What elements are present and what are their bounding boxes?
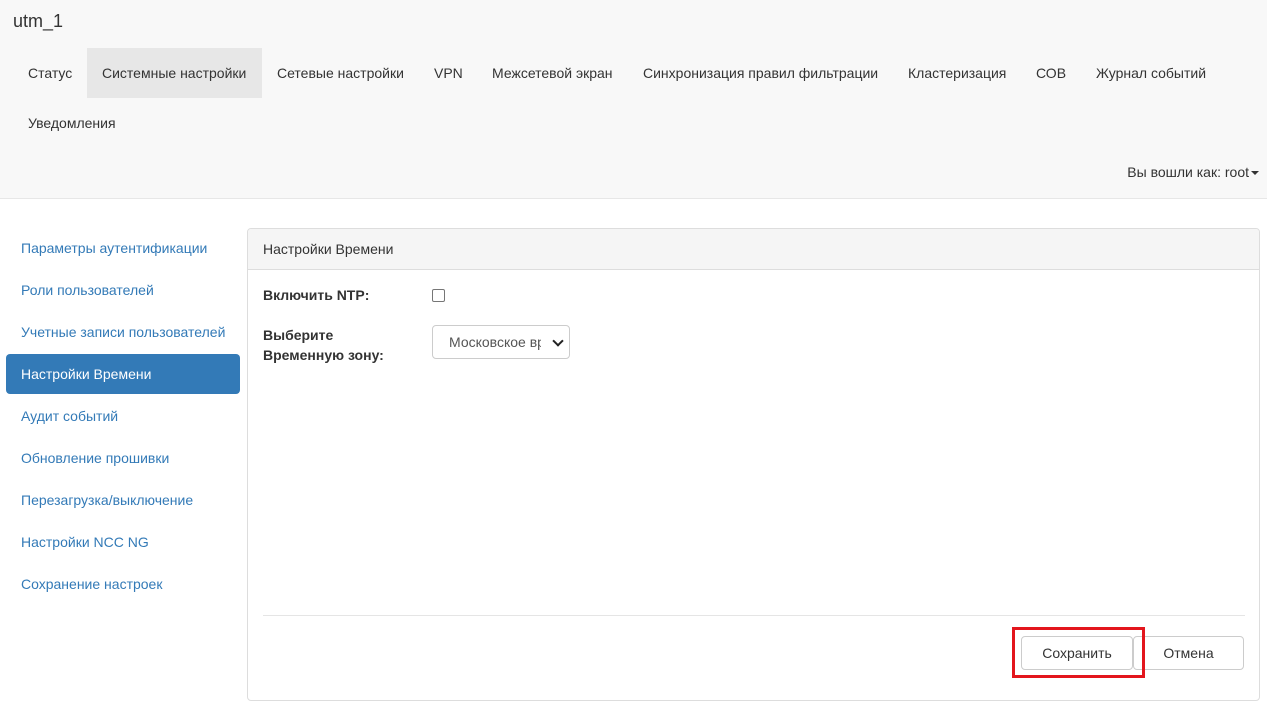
caret-down-icon — [1251, 171, 1259, 176]
panel-title: Настройки Времени — [248, 229, 1259, 270]
timezone-label-line2: Временную зону: — [263, 347, 384, 363]
nav-item-system-settings[interactable]: Системные настройки — [87, 48, 262, 98]
footer-divider — [263, 615, 1245, 616]
timezone-select[interactable]: Московское время — [432, 325, 570, 359]
sidebar-item-user-accounts[interactable]: Учетные записи пользователей — [6, 312, 240, 352]
timezone-select-value: Московское время — [449, 334, 541, 350]
timezone-label-line1: Выберите — [263, 327, 334, 343]
sidebar-item-event-audit[interactable]: Аудит событий — [6, 396, 240, 436]
sidebar-item-firmware-update[interactable]: Обновление прошивки — [6, 438, 240, 478]
chevron-down-icon — [552, 335, 564, 347]
user-menu[interactable]: Вы вошли как: root — [1127, 164, 1259, 180]
ntp-checkbox[interactable] — [432, 289, 445, 302]
sidebar-item-time-settings[interactable]: Настройки Времени — [6, 354, 240, 394]
sidebar-item-save-settings[interactable]: Сохранение настроек — [6, 564, 240, 604]
sidebar-item-user-roles[interactable]: Роли пользователей — [6, 270, 240, 310]
timezone-label: Выберите Временную зону: — [263, 325, 384, 365]
nav-item-ids[interactable]: СОВ — [1021, 48, 1081, 98]
nav-item-vpn[interactable]: VPN — [419, 48, 478, 98]
user-menu-label: Вы вошли как: root — [1127, 164, 1249, 180]
sidebar-item-reboot-shutdown[interactable]: Перезагрузка/выключение — [6, 480, 240, 520]
top-navbar: utm_1 Статус Системные настройки Сетевые… — [0, 0, 1267, 199]
cancel-button[interactable]: Отмена — [1133, 636, 1244, 670]
save-button-highlight — [1012, 627, 1145, 678]
nav-item-clustering[interactable]: Кластеризация — [893, 48, 1021, 98]
nav-item-network-settings[interactable]: Сетевые настройки — [262, 48, 419, 98]
ntp-label: Включить NTP: — [263, 287, 370, 303]
nav-item-firewall[interactable]: Межсетевой экран — [477, 48, 628, 98]
nav-item-filter-sync[interactable]: Синхронизация правил фильтрации — [628, 48, 893, 98]
app-title[interactable]: utm_1 — [13, 11, 63, 32]
nav-item-notifications[interactable]: Уведомления — [13, 98, 131, 148]
nav-item-event-log[interactable]: Журнал событий — [1081, 48, 1221, 98]
nav-item-status[interactable]: Статус — [13, 48, 87, 98]
sidebar-item-ncc-ng-settings[interactable]: Настройки NCC NG — [6, 522, 240, 562]
sidebar-item-auth-params[interactable]: Параметры аутентификации — [6, 228, 240, 268]
